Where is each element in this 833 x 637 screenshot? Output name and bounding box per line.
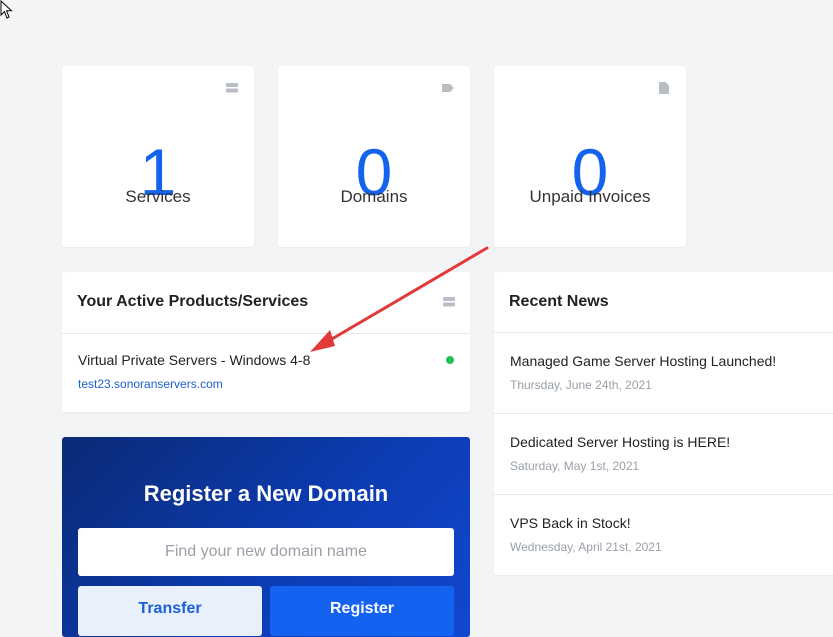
news-title[interactable]: VPS Back in Stock! (510, 515, 631, 531)
news-item[interactable]: Managed Game Server Hosting Launched! Th… (494, 332, 833, 413)
register-button[interactable]: Register (270, 586, 454, 636)
mouse-cursor-icon (0, 0, 13, 19)
panel-title: Recent News (509, 293, 609, 310)
stat-card-services[interactable]: 1 Services (62, 66, 254, 247)
panel-title: Your Active Products/Services (77, 293, 309, 310)
news-item[interactable]: Dedicated Server Hosting is HERE! Saturd… (494, 413, 833, 494)
services-label: Services (125, 187, 191, 206)
domain-search-input[interactable] (78, 528, 454, 576)
stat-card-unpaid-invoices[interactable]: 0 Unpaid Invoices (494, 66, 686, 247)
stat-card-domains[interactable]: 0 Domains (278, 66, 470, 247)
domains-label: Domains (340, 187, 408, 206)
news-title[interactable]: Dedicated Server Hosting is HERE! (510, 434, 730, 450)
register-domain-box: Register a New Domain Transfer Register (62, 437, 470, 637)
server-icon (226, 83, 238, 93)
annotation-arrow-icon (310, 246, 489, 352)
recent-news-panel: Recent News Managed Game Server Hosting … (494, 272, 833, 575)
news-date: Thursday, June 24th, 2021 (510, 378, 652, 392)
file-icon (659, 82, 669, 94)
product-domain-link[interactable]: test23.sonoranservers.com (78, 377, 223, 391)
unpaid-invoices-label: Unpaid Invoices (529, 187, 651, 206)
news-item[interactable]: VPS Back in Stock! Wednesday, April 21st… (494, 494, 833, 575)
news-date: Wednesday, April 21st, 2021 (510, 540, 662, 554)
news-date: Saturday, May 1st, 2021 (510, 459, 640, 473)
transfer-button[interactable]: Transfer (78, 586, 262, 636)
news-title[interactable]: Managed Game Server Hosting Launched! (510, 353, 776, 369)
tag-icon (442, 84, 454, 92)
register-domain-title: Register a New Domain (143, 481, 389, 506)
product-name[interactable]: Virtual Private Servers - Windows 4-8 (78, 352, 310, 368)
